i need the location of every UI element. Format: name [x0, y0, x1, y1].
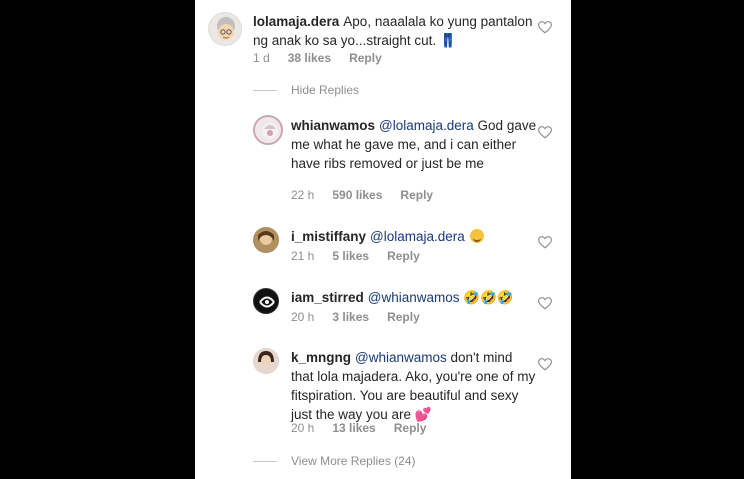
comment-mention[interactable]: @lolamaja.dera: [370, 229, 465, 244]
comment-time: 22 h: [291, 188, 315, 202]
comment-time: 20 h: [291, 310, 315, 324]
comment-likes[interactable]: 5 likes: [332, 249, 369, 263]
comment-mention[interactable]: @lolamaja.dera: [379, 118, 474, 133]
reply-button[interactable]: Reply: [400, 188, 433, 202]
comment-meta: 20 h 3 likes Reply: [291, 310, 438, 324]
comment-username[interactable]: iam_stirred: [291, 290, 364, 305]
avatar[interactable]: [253, 288, 279, 314]
avatar[interactable]: [253, 348, 279, 374]
comment-text: whianwamos @lolamaja.dera God gave me wha…: [291, 116, 537, 173]
heart-outline-icon[interactable]: [538, 297, 552, 310]
comment-meta: 20 h 13 likes Reply: [291, 421, 444, 435]
reply-button[interactable]: Reply: [394, 421, 427, 435]
comment-meta: 21 h 5 likes Reply: [291, 249, 438, 263]
comment-likes[interactable]: 13 likes: [332, 421, 375, 435]
divider: [253, 90, 277, 91]
avatar[interactable]: [253, 227, 279, 253]
comment-likes[interactable]: 3 likes: [332, 310, 369, 324]
comment-username[interactable]: lolamaja.dera: [253, 14, 339, 29]
view-more-replies-link[interactable]: View More Replies (24): [291, 454, 416, 468]
comment-text: iam_stirred @whianwamos 🤣🤣🤣: [291, 288, 537, 307]
reply-button[interactable]: Reply: [349, 51, 382, 65]
comment-username[interactable]: whianwamos: [291, 118, 375, 133]
reply-button[interactable]: Reply: [387, 310, 420, 324]
comment-body: 🤣🤣🤣: [459, 290, 514, 305]
heart-outline-icon[interactable]: [538, 126, 552, 139]
comment-username[interactable]: i_mistiffany: [291, 229, 366, 244]
comment-mention[interactable]: @whianwamos: [355, 350, 447, 365]
hide-replies-link[interactable]: Hide Replies: [291, 83, 359, 97]
avatar[interactable]: [208, 12, 242, 46]
heart-outline-icon[interactable]: [538, 358, 552, 371]
comment-text: k_mngng @whianwamos don't mind that lola …: [291, 348, 537, 424]
comment-text: i_mistiffany @lolamaja.dera: [291, 227, 537, 246]
comment-meta: 1 d 38 likes Reply: [253, 51, 400, 65]
comment-likes[interactable]: 590 likes: [332, 188, 382, 202]
heart-outline-icon[interactable]: [538, 236, 552, 249]
reply-button[interactable]: Reply: [387, 249, 420, 263]
smiling-emoji: [469, 229, 484, 243]
comment-mention[interactable]: @whianwamos: [368, 290, 460, 305]
comment-time: 21 h: [291, 249, 315, 263]
comment-time: 1 d: [253, 51, 270, 65]
comments-panel: lolamaja.dera Apo, naaalala ko yung panta…: [195, 0, 571, 479]
comment-username[interactable]: k_mngng: [291, 350, 351, 365]
divider: [253, 461, 277, 462]
comment-meta: 22 h 590 likes Reply: [291, 188, 451, 202]
comment-likes[interactable]: 38 likes: [288, 51, 331, 65]
heart-outline-icon[interactable]: [538, 21, 552, 34]
comment-text: lolamaja.dera Apo, naaalala ko yung panta…: [253, 12, 538, 50]
comment-time: 20 h: [291, 421, 315, 435]
avatar[interactable]: [253, 115, 283, 145]
